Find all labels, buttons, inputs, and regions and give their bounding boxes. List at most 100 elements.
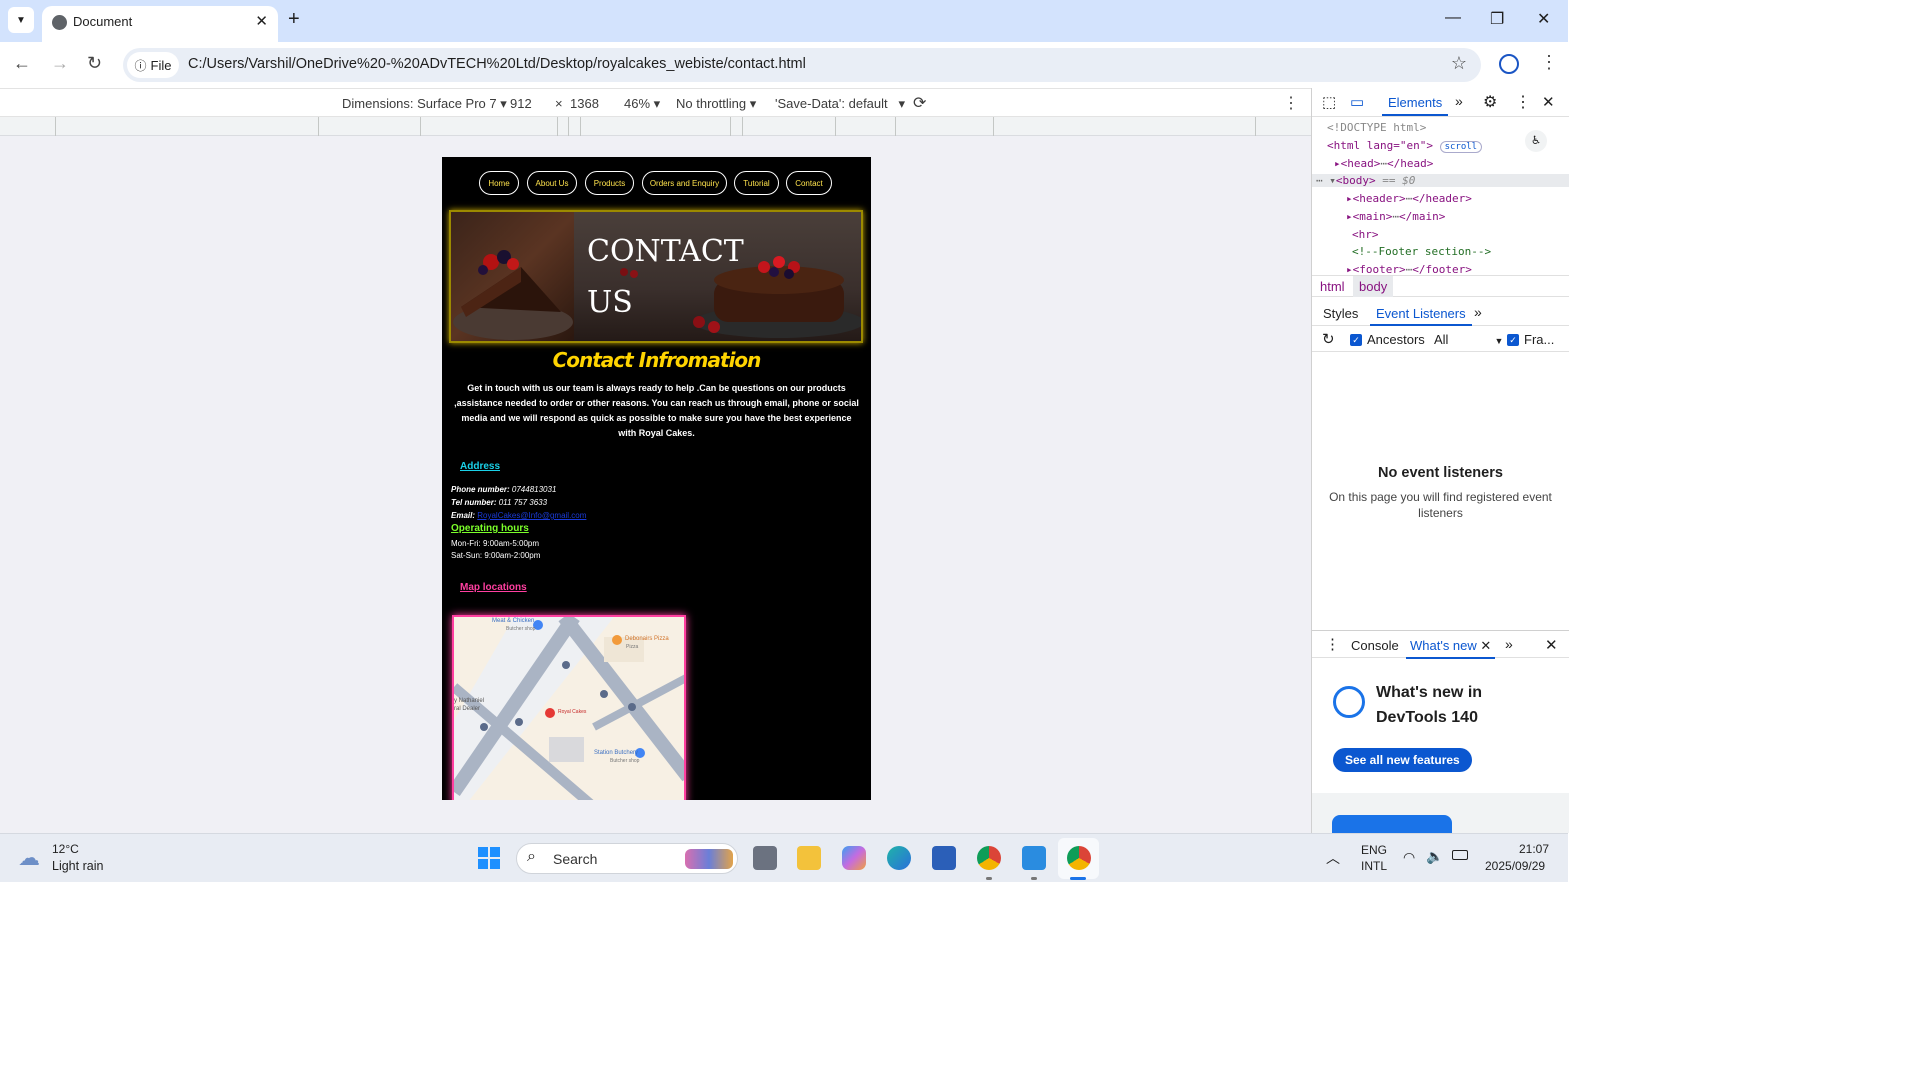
drawer-menu-icon[interactable]: ⋮ (1325, 635, 1340, 653)
search-highlight-icon (685, 849, 733, 869)
forward-button[interactable]: → (51, 53, 69, 74)
framework-checkbox[interactable]: ✓ (1507, 334, 1519, 346)
back-button[interactable]: ← (13, 53, 31, 74)
filter-select[interactable]: All ▼ (1434, 332, 1503, 347)
map-locations-link[interactable]: Map locations (460, 582, 527, 593)
phone-value: 0744813031 (511, 485, 557, 494)
close-devtools-icon[interactable]: ✕ (1542, 93, 1555, 111)
wifi-icon[interactable]: ◠ (1403, 849, 1415, 866)
listener-toolbar: ↻ ✓ Ancestors All ▼ ✓ Fra... (1312, 328, 1569, 352)
copilot-icon[interactable] (842, 846, 866, 870)
vscode-icon[interactable] (1022, 846, 1046, 870)
windows-start-icon[interactable] (477, 846, 501, 870)
browser-menu-icon[interactable]: ⋮ (1540, 52, 1558, 73)
weather-desc[interactable]: Light rain (52, 859, 103, 873)
url-text[interactable]: C:/Users/Varshil/OneDrive%20-%20ADvTECH%… (188, 56, 806, 72)
weather-cloud-icon: ☁ (18, 845, 40, 870)
restore-button[interactable]: ❐ (1490, 9, 1504, 29)
nav-contact[interactable]: Contact (786, 171, 832, 195)
battery-icon[interactable] (1452, 850, 1468, 860)
chrome-icon[interactable] (977, 846, 1001, 870)
show-hidden-icons-chevron-icon[interactable]: ︿ (1326, 848, 1340, 868)
email-link[interactable]: RoyalCakes@Info@gmail.com (477, 511, 586, 520)
dom-hr[interactable]: <hr> (1352, 228, 1379, 241)
height-input[interactable]: 1368 (570, 96, 599, 111)
clock-time[interactable]: 21:07 (1519, 842, 1549, 856)
embedded-map[interactable]: Meat & Chicken Butcher shop Debonairs Pi… (452, 615, 686, 800)
width-input[interactable]: 912 (510, 96, 532, 111)
address-link[interactable]: Address (460, 461, 500, 472)
dom-header[interactable]: ▸<header>⋯</header> (1346, 192, 1472, 205)
bookmark-star-icon[interactable]: ☆ (1451, 53, 1467, 74)
taskbar-search[interactable]: ⌕ Search (516, 843, 738, 874)
scroll-badge[interactable]: scroll (1439, 141, 1483, 153)
rotate-icon[interactable]: ⟳ (913, 93, 926, 113)
task-view-icon[interactable] (753, 846, 777, 870)
volume-icon[interactable]: 🔈 (1426, 848, 1443, 865)
language-primary[interactable]: ENG (1361, 843, 1387, 857)
word-icon[interactable] (932, 846, 956, 870)
device-more-icon[interactable]: ⋮ (1283, 93, 1299, 113)
reload-button[interactable]: ↻ (87, 53, 102, 74)
accessibility-icon[interactable]: ♿ (1525, 130, 1547, 152)
dom-main[interactable]: ▸<main>⋯</main> (1346, 210, 1445, 223)
throttling-select[interactable]: No throttling ▾ (676, 96, 756, 112)
file-explorer-icon[interactable] (797, 846, 821, 870)
close-tab-icon[interactable]: ✕ (255, 12, 268, 30)
more-drawer-tabs-icon[interactable]: » (1505, 636, 1513, 652)
language-secondary[interactable]: INTL (1361, 859, 1387, 873)
tab-console[interactable]: Console (1351, 638, 1399, 653)
nav-products[interactable]: Products (585, 171, 634, 195)
tab-search-button[interactable]: ▼ (8, 7, 34, 33)
nav-tutorial[interactable]: Tutorial (734, 171, 779, 195)
tab-elements[interactable]: Elements (1382, 95, 1449, 116)
nav-home[interactable]: Home (479, 171, 519, 195)
profile-icon[interactable] (1499, 54, 1519, 74)
weather-temp[interactable]: 12°C (52, 842, 79, 856)
cake-slice-drawing (453, 250, 573, 340)
close-window-button[interactable]: ✕ (1537, 9, 1550, 29)
search-icon: ⌕ (527, 848, 536, 865)
hero-title: CONTACT US (587, 226, 747, 328)
ancestors-checkbox[interactable]: ✓ (1350, 334, 1362, 346)
inspect-icon[interactable]: ⬚ (1322, 93, 1336, 111)
save-data-label: 'Save-Data': default (775, 96, 888, 111)
dom-head-close: </head> (1387, 157, 1434, 170)
tab-whats-new[interactable]: What's new ✕ (1406, 638, 1496, 659)
see-all-features-button[interactable]: See all new features (1333, 748, 1472, 772)
save-data-select[interactable]: 'Save-Data': default ▾ (775, 96, 905, 112)
operating-hours-link[interactable]: Operating hours (451, 523, 529, 534)
minimize-button[interactable]: — (1445, 9, 1461, 27)
edge-icon[interactable] (887, 846, 911, 870)
tab-styles[interactable]: Styles (1323, 306, 1358, 321)
devtools-menu-icon[interactable]: ⋮ (1515, 92, 1531, 112)
crumb-body[interactable]: body (1353, 276, 1394, 297)
throttling-label: No throttling (676, 96, 747, 111)
crumb-html[interactable]: html (1320, 279, 1345, 294)
nav-orders-enquiry[interactable]: Orders and Enquiry (642, 171, 727, 195)
dom-head[interactable]: ▸<head>⋯</head> (1334, 157, 1433, 170)
dom-body-selected[interactable]: ⋯ ▾<body> == $0 (1312, 174, 1569, 187)
address-bar[interactable]: ⓘ File C:/Users/Varshil/OneDrive%20-%20A… (123, 48, 1481, 82)
active-tab[interactable]: Document ✕ (42, 6, 278, 42)
refresh-icon[interactable]: ↻ (1322, 330, 1335, 348)
dom-html[interactable]: <html lang="en"> scroll (1327, 139, 1483, 153)
nav-about-us[interactable]: About Us (527, 171, 577, 195)
more-sidebar-tabs-icon[interactable]: » (1474, 304, 1482, 320)
file-label: File (150, 57, 172, 73)
dom-comment[interactable]: <!--Footer section--> (1352, 245, 1491, 258)
dom-doctype[interactable]: <!DOCTYPE html> (1327, 121, 1426, 134)
new-tab-button[interactable]: + (288, 8, 300, 31)
chrome-active-icon[interactable] (1067, 846, 1091, 870)
settings-gear-icon[interactable]: ⚙ (1483, 92, 1497, 112)
clock-date[interactable]: 2025/09/29 (1485, 859, 1545, 873)
site-info-chip[interactable]: ⓘ File (127, 52, 179, 78)
close-whats-new-icon[interactable]: ✕ (1480, 638, 1491, 653)
zoom-select[interactable]: 46% ▾ (624, 96, 660, 112)
tab-event-listeners[interactable]: Event Listeners (1370, 306, 1472, 326)
device-toggle-icon[interactable]: ▭ (1350, 93, 1364, 111)
more-tabs-icon[interactable]: » (1455, 93, 1463, 109)
close-drawer-icon[interactable]: ✕ (1545, 636, 1558, 654)
ruler-tick (835, 117, 836, 136)
device-dimensions-select[interactable]: Dimensions: Surface Pro 7 ▾ (342, 96, 507, 112)
